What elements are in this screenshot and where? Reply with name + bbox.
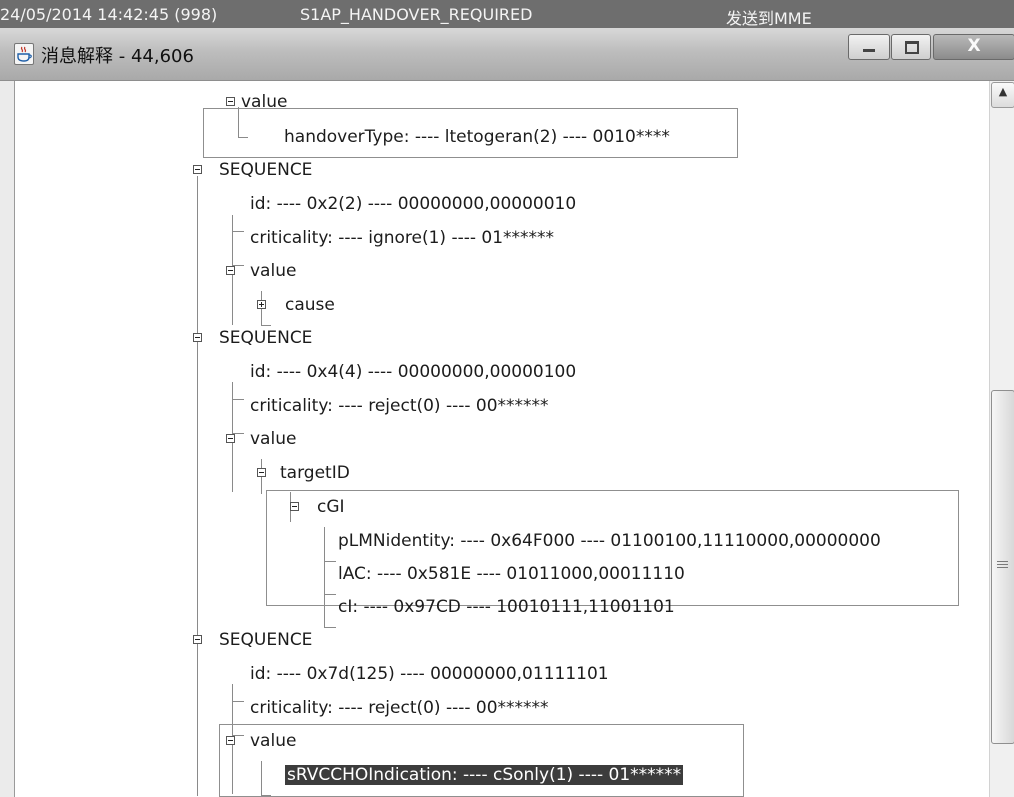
tree-guide-line (324, 627, 336, 628)
collapse-toggle-icon[interactable] (226, 97, 235, 106)
message-tree[interactable]: value handoverType: ---- ltetogeran(2) -… (15, 81, 989, 797)
tree-node-criticality[interactable]: criticality: ---- reject(0) ---- 00*****… (250, 396, 549, 416)
scroll-grip-icon (997, 561, 1008, 569)
tree-node-handover-type[interactable]: handoverType: ---- ltetogeran(2) ---- 00… (284, 127, 670, 147)
tree-guide-line (197, 176, 198, 796)
tree-node-id[interactable]: id: ---- 0x2(2) ---- 00000000,00000010 (250, 194, 576, 214)
scroll-up-arrow-icon: ▲ (998, 85, 1008, 98)
tree-node-id[interactable]: id: ---- 0x4(4) ---- 00000000,00000100 (250, 362, 576, 382)
collapse-toggle-icon[interactable] (193, 635, 202, 644)
tree-node-sequence[interactable]: SEQUENCE (191, 630, 312, 650)
tree-panel: value handoverType: ---- ltetogeran(2) -… (14, 81, 1014, 797)
log-timestamp: 24/05/2014 14:42:45 (998) (0, 5, 218, 24)
message-decode-window: 消息解释 - 44,606 X value handoverType: ----… (0, 28, 1014, 797)
close-icon: X (967, 36, 981, 56)
collapse-toggle-icon[interactable] (290, 502, 299, 511)
tree-guide-line (232, 701, 244, 702)
focus-box (219, 724, 744, 797)
collapse-toggle-icon[interactable] (193, 333, 202, 342)
tree-node-id[interactable]: id: ---- 0x7d(125) ---- 00000000,0111110… (250, 664, 609, 684)
tree-node-cause[interactable]: cause (255, 295, 335, 315)
collapse-toggle-icon[interactable] (226, 266, 235, 275)
window-title: 消息解释 - 44,606 (41, 46, 194, 67)
background-log-row: 24/05/2014 14:42:45 (998) S1AP_HANDOVER_… (0, 0, 1014, 30)
close-button[interactable]: X (933, 34, 1014, 60)
window-titlebar[interactable]: 消息解释 - 44,606 X (0, 28, 1014, 81)
tree-guide-line (232, 231, 244, 232)
window-controls: X (848, 34, 1014, 60)
collapse-toggle-icon[interactable] (226, 434, 235, 443)
maximize-button[interactable] (891, 34, 931, 60)
log-direction: 发送到MME (726, 9, 812, 28)
tree-node-value[interactable]: value (222, 731, 296, 751)
tree-node-value[interactable]: value (222, 261, 296, 281)
tree-node-sequence[interactable]: SEQUENCE (191, 328, 312, 348)
collapse-toggle-icon[interactable] (257, 468, 266, 477)
selected-node-label: sRVCCHOIndication: ---- cSonly(1) ---- 0… (285, 765, 684, 785)
tree-node-cgi[interactable]: cGI (287, 497, 345, 517)
log-message-type: S1AP_HANDOVER_REQUIRED (300, 5, 533, 24)
tree-guide-line (232, 399, 244, 400)
tree-guide-line (261, 325, 271, 326)
tree-node-sequence[interactable]: SEQUENCE (191, 160, 312, 180)
scroll-up-button[interactable]: ▲ (991, 82, 1014, 108)
tree-node-ci[interactable]: cI: ---- 0x97CD ---- 10010111,11001101 (338, 597, 675, 617)
tree-node-srvcc-ho-indication[interactable]: sRVCCHOIndication: ---- cSonly(1) ---- 0… (285, 765, 684, 785)
scroll-thumb[interactable] (991, 390, 1014, 744)
tree-node-criticality[interactable]: criticality: ---- ignore(1) ---- 01*****… (250, 228, 554, 248)
minimize-button[interactable] (848, 34, 890, 60)
collapse-toggle-icon[interactable] (193, 165, 202, 174)
tree-node-value[interactable]: value (222, 92, 287, 112)
expand-toggle-icon[interactable] (257, 300, 266, 309)
tree-node-target-id[interactable]: targetID (255, 463, 350, 483)
java-cup-icon (14, 43, 34, 65)
tree-node-criticality[interactable]: criticality: ---- reject(0) ---- 00*****… (250, 698, 549, 718)
tree-node-value[interactable]: value (222, 429, 296, 449)
tree-node-lac[interactable]: lAC: ---- 0x581E ---- 01011000,00011110 (338, 564, 685, 584)
collapse-toggle-icon[interactable] (226, 736, 235, 745)
tree-node-plmn-identity[interactable]: pLMNidentity: ---- 0x64F000 ---- 0110010… (338, 531, 881, 551)
vertical-scrollbar[interactable]: ▲ (989, 81, 1014, 797)
